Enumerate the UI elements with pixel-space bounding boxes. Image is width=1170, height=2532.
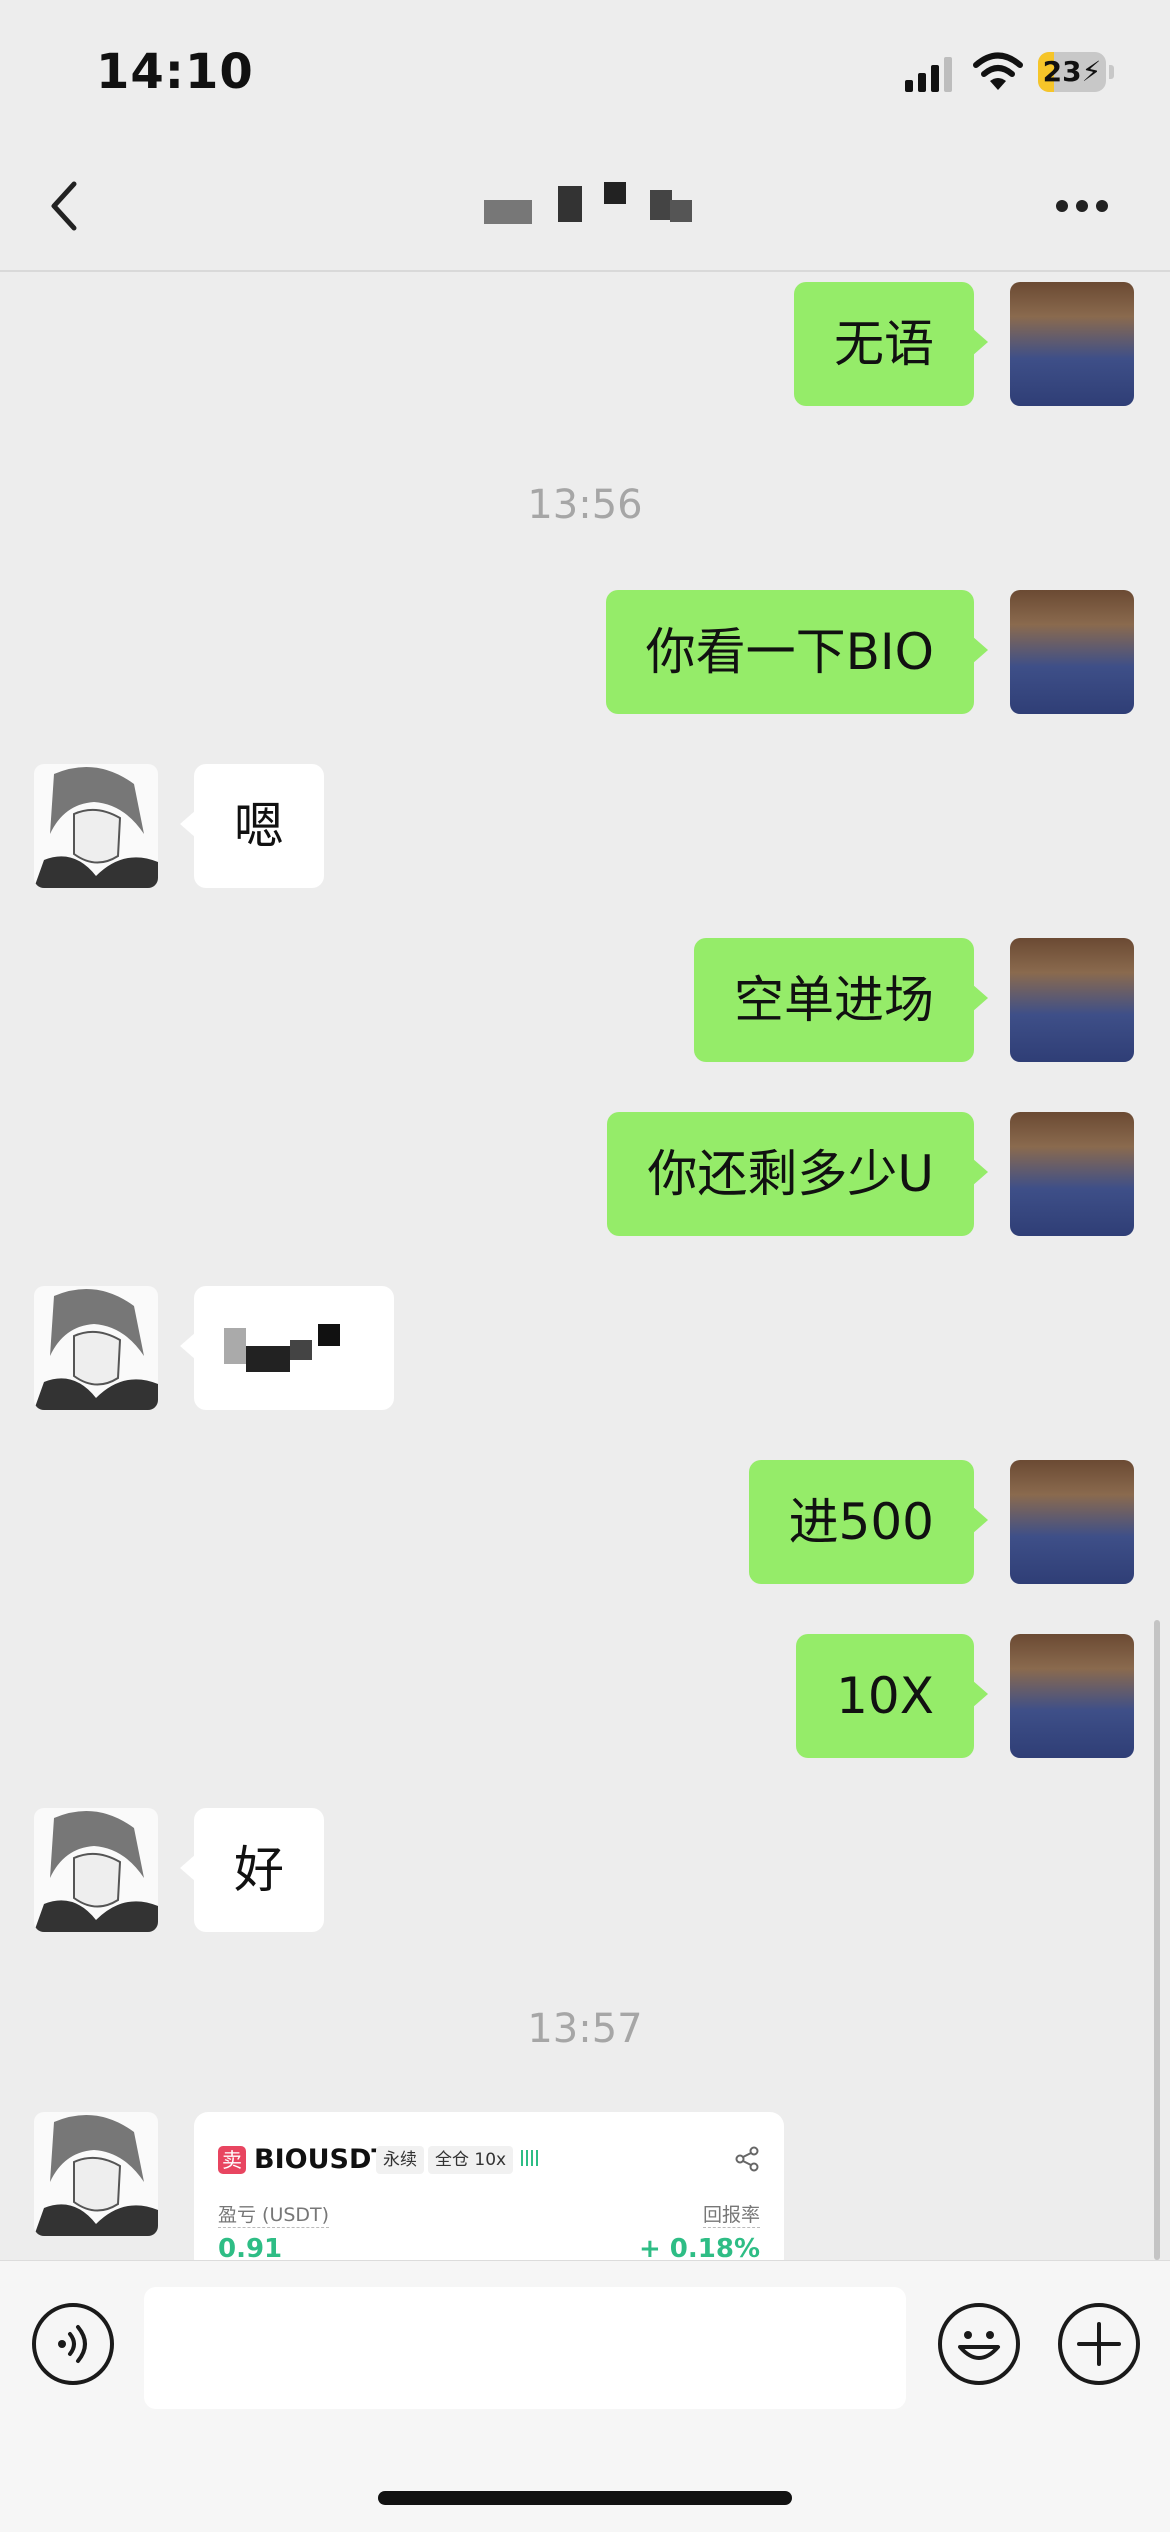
contract-type-tag: 永续	[376, 2146, 424, 2174]
message-input[interactable]	[144, 2287, 906, 2409]
emoji-icon	[958, 2331, 1000, 2360]
message-row-outgoing: 进500	[0, 1460, 1170, 1584]
scrollbar[interactable]	[1154, 1620, 1160, 2260]
battery-icon: 23⚡	[1038, 52, 1106, 92]
ellipsis-icon[interactable]	[1052, 198, 1112, 214]
contact-avatar-illustration	[34, 1810, 158, 1932]
message-row-incoming: 卖 BIOUSDT 永续 全仓 10x 盈亏 (USDT) 回报率 0.91 +…	[0, 2112, 1170, 2260]
outgoing-message-bubble[interactable]: 无语	[794, 282, 988, 406]
message-row-incoming: 好	[0, 1808, 1170, 1932]
home-indicator[interactable]	[378, 2491, 792, 2505]
input-toolbar	[0, 2260, 1170, 2532]
my-avatar[interactable]	[1010, 282, 1134, 406]
status-bar: 14:10 23⚡	[0, 0, 1170, 140]
message-row-incoming: 嗯	[0, 764, 1170, 888]
message-row-outgoing: 空单进场	[0, 938, 1170, 1062]
wifi-icon	[973, 52, 1023, 90]
pnl-value: 0.91	[218, 2234, 283, 2260]
charging-bolt-icon: ⚡	[1081, 55, 1102, 88]
roi-value: + 0.18%	[638, 2234, 760, 2260]
outgoing-message-bubble[interactable]: 10X	[796, 1634, 988, 1758]
plus-icon	[1077, 2322, 1121, 2366]
status-time: 14:10	[96, 44, 254, 100]
contact-avatar[interactable]	[34, 2112, 158, 2236]
cellular-signal-icon	[905, 57, 952, 92]
battery-indicator: 23⚡	[1038, 52, 1114, 92]
message-row-outgoing: 无语	[0, 282, 1170, 406]
sell-badge: 卖	[218, 2146, 246, 2174]
contact-avatar[interactable]	[34, 1286, 158, 1410]
my-avatar[interactable]	[1010, 590, 1134, 714]
voice-icon	[58, 2325, 87, 2363]
share-icon[interactable]	[734, 2146, 760, 2172]
message-timestamp: 13:57	[527, 2006, 643, 2052]
leverage-bars-icon	[521, 2150, 538, 2166]
message-timestamp: 13:56	[527, 482, 643, 528]
trade-position-card[interactable]: 卖 BIOUSDT 永续 全仓 10x 盈亏 (USDT) 回报率 0.91 +…	[194, 2112, 784, 2260]
my-avatar[interactable]	[1010, 938, 1134, 1062]
incoming-message-bubble[interactable]: 嗯	[180, 764, 324, 888]
message-row-outgoing: 10X	[0, 1634, 1170, 1758]
chat-header	[0, 140, 1170, 272]
my-avatar[interactable]	[1010, 1634, 1134, 1758]
contact-avatar-illustration	[34, 1288, 158, 1410]
message-row-incoming	[0, 1286, 1170, 1410]
my-avatar[interactable]	[1010, 1112, 1134, 1236]
outgoing-message-bubble[interactable]: 你还剩多少U	[607, 1112, 988, 1236]
battery-level: 23⚡	[1042, 55, 1102, 88]
contact-avatar-illustration	[34, 2114, 158, 2236]
chevron-left-icon[interactable]	[40, 176, 90, 236]
margin-mode-tag: 全仓 10x	[428, 2146, 514, 2174]
roi-label: 回报率	[702, 2200, 760, 2228]
message-row-outgoing: 你还剩多少U	[0, 1112, 1170, 1236]
incoming-message-redacted[interactable]	[180, 1286, 394, 1410]
trading-pair: BIOUSDT	[254, 2144, 390, 2175]
plus-button[interactable]	[1058, 2303, 1140, 2385]
contact-avatar[interactable]	[34, 764, 158, 888]
outgoing-message-bubble[interactable]: 空单进场	[694, 938, 988, 1062]
pnl-label: 盈亏 (USDT)	[218, 2200, 330, 2228]
voice-button[interactable]	[32, 2303, 114, 2385]
my-avatar[interactable]	[1010, 1460, 1134, 1584]
message-row-outgoing: 你看一下BIO	[0, 590, 1170, 714]
contact-name-redacted	[480, 182, 710, 234]
emoji-button[interactable]	[938, 2303, 1020, 2385]
outgoing-message-bubble[interactable]: 进500	[748, 1460, 989, 1584]
contact-avatar[interactable]	[34, 1808, 158, 1932]
card-header: 卖 BIOUSDT 永续 全仓 10x	[218, 2142, 760, 2186]
incoming-message-bubble[interactable]: 好	[180, 1808, 324, 1932]
outgoing-message-bubble[interactable]: 你看一下BIO	[605, 590, 989, 714]
message-list[interactable]: 无语 13:56 你看一下BIO 嗯 空单进场 你还剩多少U 进500 10X …	[0, 274, 1170, 2260]
contact-avatar-illustration	[34, 766, 158, 888]
